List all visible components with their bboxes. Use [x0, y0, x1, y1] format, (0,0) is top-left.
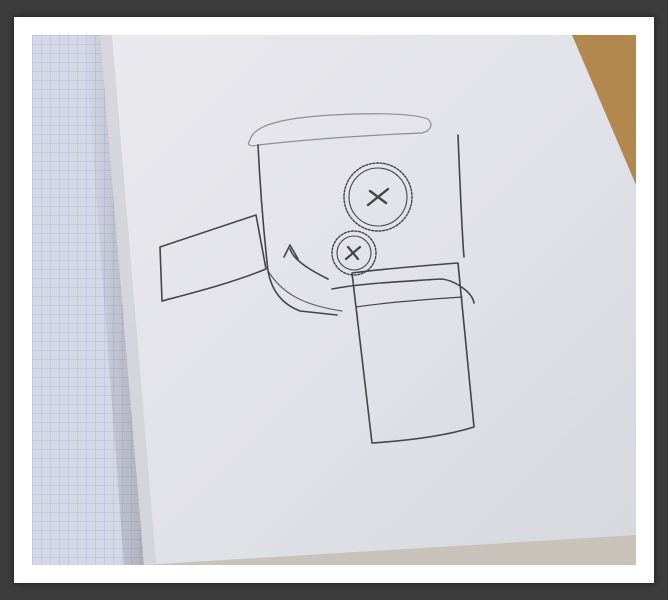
photo — [32, 35, 636, 565]
photo-vignette — [32, 35, 636, 565]
notebook-photo — [32, 35, 636, 565]
